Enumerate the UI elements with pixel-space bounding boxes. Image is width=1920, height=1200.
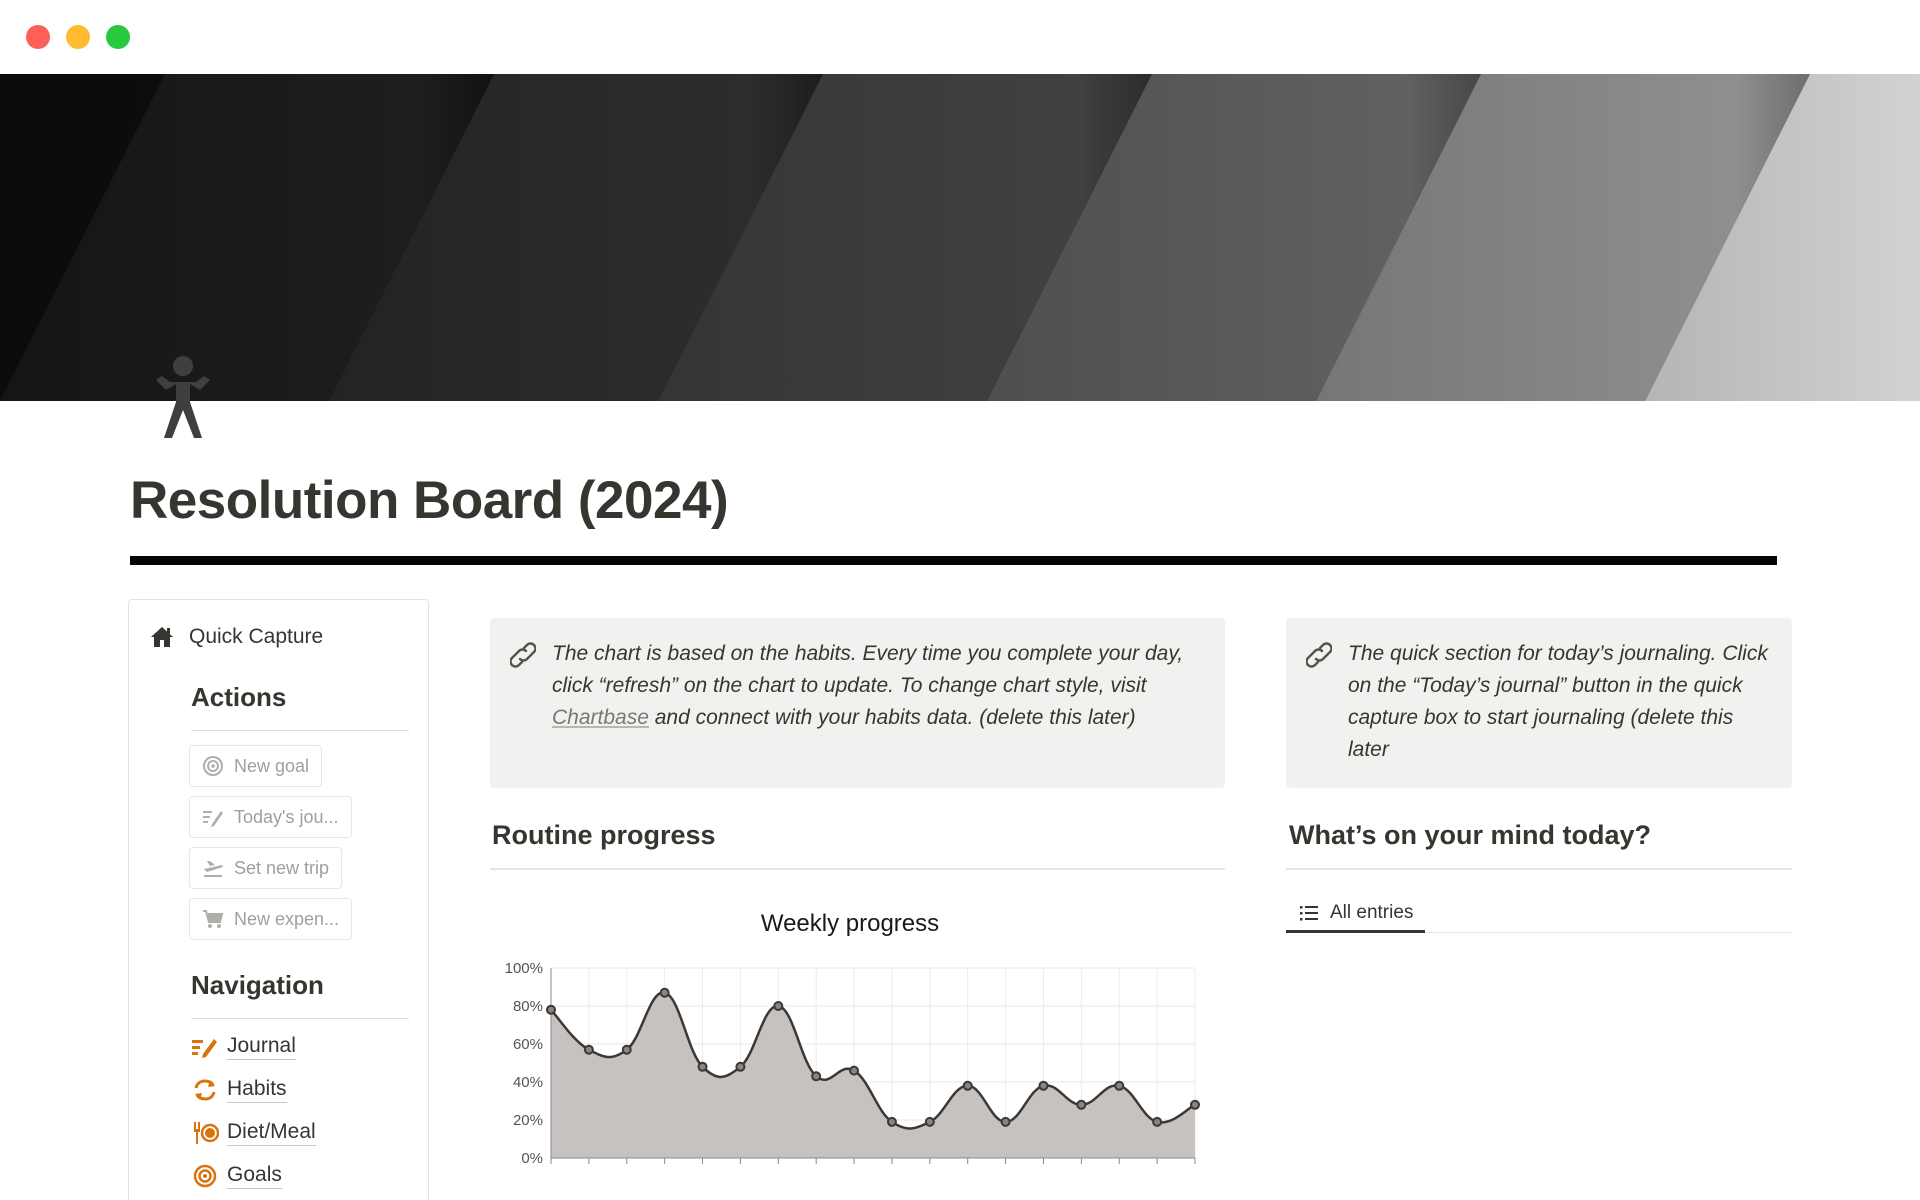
todays-journal-label: Today's jou... — [234, 806, 339, 827]
mind-divider — [1286, 868, 1792, 870]
y-tick-label: 80% — [513, 998, 543, 1015]
new-expense-label: New expen... — [234, 908, 340, 929]
data-point — [1114, 1080, 1125, 1091]
nav-item-goals[interactable]: Goals — [191, 1163, 282, 1189]
journal-note-text: The quick section for today’s journaling… — [1348, 642, 1768, 761]
data-point — [659, 987, 670, 998]
data-point — [1000, 1116, 1011, 1127]
nav-label-goals: Goals — [227, 1163, 282, 1189]
title-divider — [130, 556, 1777, 565]
set-new-trip-button[interactable]: Set new trip — [189, 847, 343, 889]
new-expense-button[interactable]: New expen... — [189, 898, 353, 940]
home-icon — [151, 627, 173, 647]
data-point — [1076, 1099, 1087, 1110]
tab-all-entries-label: All entries — [1330, 902, 1414, 923]
cart-icon — [203, 910, 224, 928]
nav-label-journal: Journal — [227, 1034, 296, 1060]
data-point — [811, 1071, 822, 1082]
nav-label-diet-meal: Diet/Meal — [227, 1120, 316, 1146]
quick-capture-label: Quick Capture — [189, 625, 324, 648]
target-icon — [203, 756, 223, 776]
new-goal-button[interactable]: New goal — [189, 745, 323, 787]
data-point — [697, 1061, 708, 1072]
pencil-lines-icon — [203, 811, 223, 827]
new-goal-label: New goal — [234, 755, 310, 776]
data-point — [773, 1001, 784, 1011]
zoom-window-button[interactable] — [106, 25, 130, 49]
data-point — [924, 1116, 935, 1127]
paperclip-icon — [510, 642, 536, 668]
y-tick-label: 100% — [505, 960, 543, 977]
window-titlebar — [0, 0, 1920, 74]
close-window-button[interactable] — [26, 25, 50, 49]
chart-note-callout: The chart is based on the habits. Every … — [490, 618, 1225, 788]
data-point — [962, 1080, 973, 1091]
data-point — [1190, 1099, 1200, 1110]
data-point — [1152, 1116, 1163, 1127]
y-tick-label: 0% — [521, 1150, 543, 1167]
chart-note-text-before: The chart is based on the habits. Every … — [552, 642, 1184, 697]
data-point — [735, 1061, 746, 1072]
data-point — [849, 1065, 860, 1076]
set-new-trip-label: Set new trip — [234, 857, 330, 878]
target-icon — [193, 1164, 217, 1188]
airplane-icon — [204, 861, 223, 877]
routine-progress-heading: Routine progress — [492, 820, 716, 850]
navigation-heading: Navigation — [191, 970, 324, 1000]
weekly-progress-chart: 100% 80% 60% 40% 20% 0% — [505, 960, 1200, 1167]
nav-item-habits[interactable]: Habits — [191, 1077, 287, 1103]
refresh-icon — [194, 1079, 216, 1101]
chart-note-text: The chart is based on the habits. Every … — [552, 638, 1205, 734]
y-tick-label: 20% — [513, 1112, 543, 1129]
actions-divider — [191, 730, 409, 731]
y-tick-label: 40% — [513, 1074, 543, 1091]
journal-note-callout: The quick section for today’s journaling… — [1286, 618, 1792, 788]
cover-image — [0, 74, 1920, 401]
routine-progress-divider — [490, 868, 1225, 870]
data-point — [583, 1044, 594, 1055]
data-point — [1038, 1080, 1049, 1091]
chart-note-text-after: and connect with your habits data. (dele… — [648, 706, 1136, 729]
actions-heading: Actions — [191, 682, 287, 712]
active-tab-indicator — [1286, 930, 1425, 933]
journal-icon — [192, 1039, 217, 1058]
chart-title: Weekly progress — [760, 910, 940, 937]
mind-heading: What’s on your mind today? — [1289, 820, 1651, 850]
quick-capture-panel: Quick Capture Actions New goal Today's j… — [128, 599, 429, 1200]
navigation-divider — [191, 1018, 409, 1019]
series-area — [551, 992, 1195, 1158]
data-point — [546, 1004, 556, 1015]
page-title: Resolution Board (2024) — [130, 471, 729, 530]
data-point — [621, 1044, 632, 1055]
quick-capture-header[interactable]: Quick Capture — [149, 624, 323, 650]
nav-label-habits: Habits — [227, 1077, 287, 1103]
paperclip-icon — [1306, 642, 1332, 668]
chartbase-link[interactable]: Chartbase — [552, 706, 649, 729]
nav-item-diet-meal[interactable]: Diet/Meal — [191, 1120, 316, 1146]
nav-item-journal[interactable]: Journal — [191, 1034, 296, 1060]
utensils-icon — [194, 1122, 219, 1144]
data-point — [886, 1116, 897, 1127]
accessibility-figure-icon[interactable] — [152, 354, 214, 438]
y-tick-label: 60% — [513, 1036, 543, 1053]
todays-journal-button[interactable]: Today's jou... — [189, 796, 352, 838]
list-icon — [1300, 906, 1318, 921]
tab-all-entries[interactable]: All entries — [1286, 892, 1423, 934]
minimize-window-button[interactable] — [66, 25, 90, 49]
